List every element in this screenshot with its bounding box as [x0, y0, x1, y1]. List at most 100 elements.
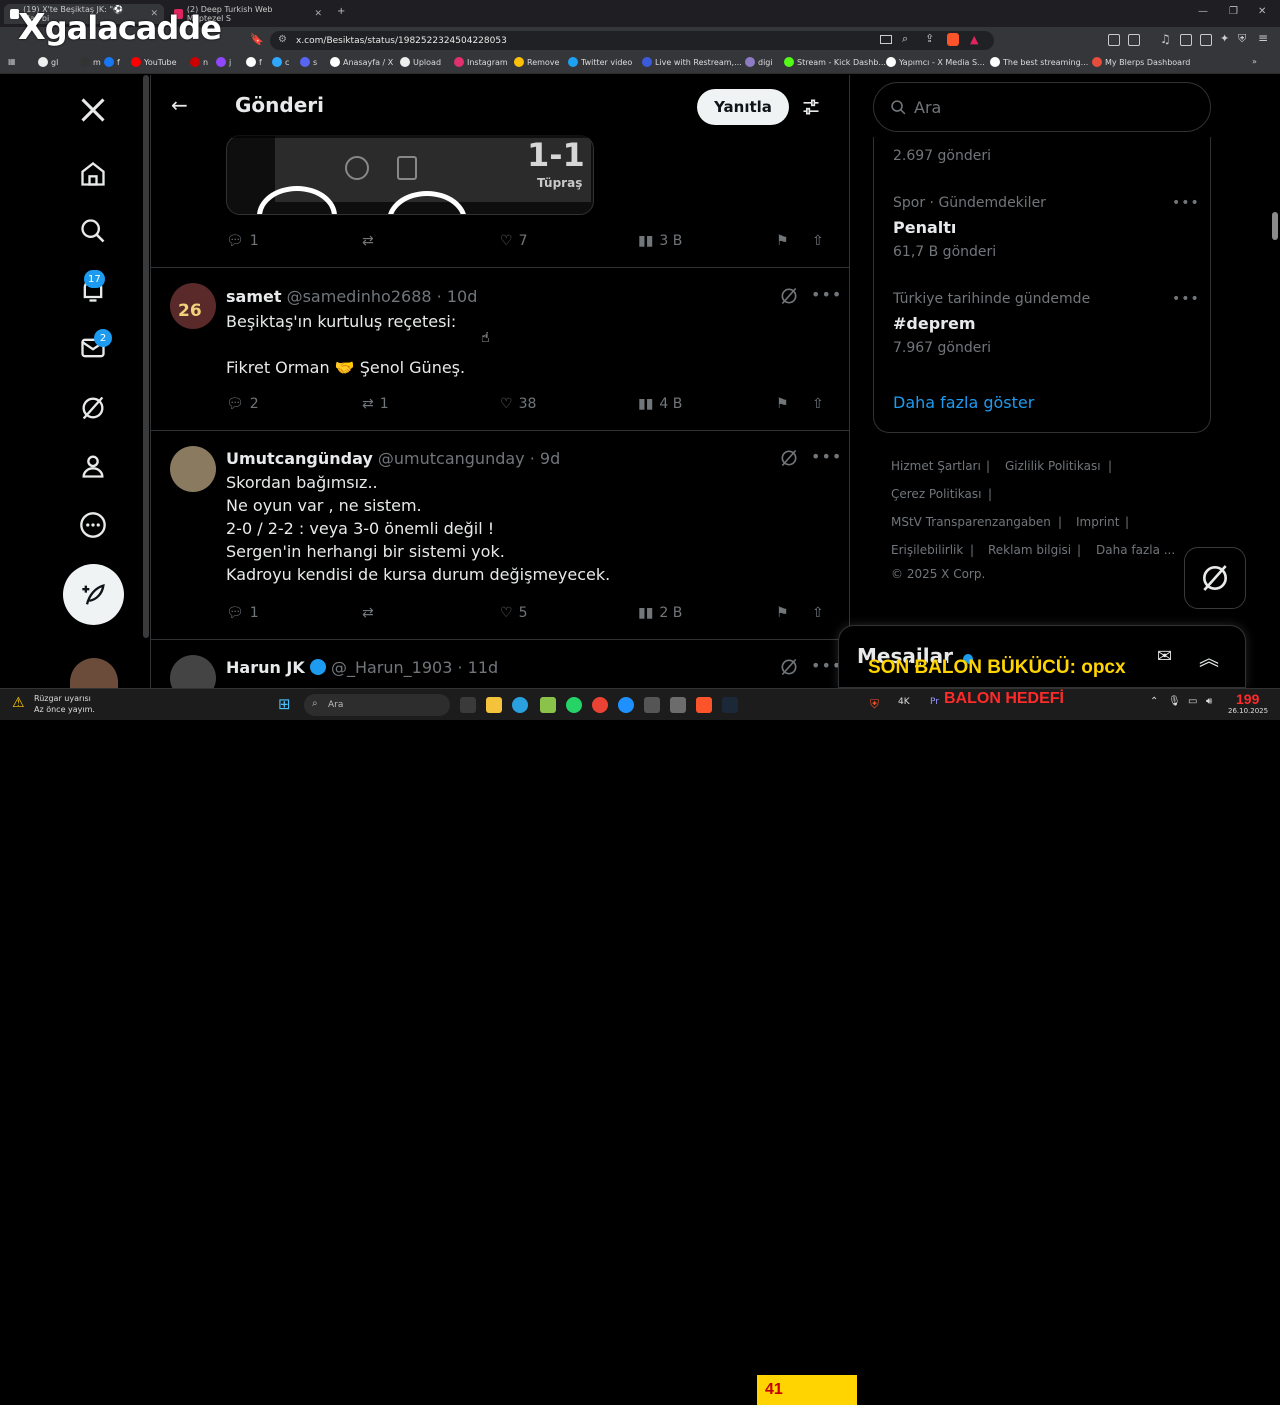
profile-icon[interactable]	[78, 451, 108, 481]
bookmark-item[interactable]: c	[272, 57, 289, 67]
home-icon[interactable]	[78, 159, 108, 189]
share-icon[interactable]: ⇪	[925, 32, 934, 45]
avatar[interactable]	[170, 655, 216, 688]
tray-icon[interactable]: 4K	[898, 697, 910, 707]
task-view-icon[interactable]	[460, 697, 476, 713]
maximize-icon[interactable]: ❐	[1229, 6, 1238, 17]
grok-floating-button[interactable]	[1184, 547, 1246, 609]
music-icon[interactable]: ♫	[1160, 32, 1171, 46]
reply-button[interactable]: Yanıtla	[697, 89, 789, 125]
app-icon[interactable]	[540, 697, 556, 713]
expand-chevron-icon[interactable]: ︽	[1199, 642, 1219, 671]
brave-tray-icon[interactable]: ⛨	[870, 697, 879, 712]
more-options-icon[interactable]: •••	[1172, 291, 1200, 307]
retweet-action[interactable]: ⇄	[362, 605, 380, 621]
footer-link[interactable]: Daha fazla ...	[1096, 543, 1175, 557]
bookmark-item[interactable]: Instagram	[454, 57, 508, 67]
back-arrow-icon[interactable]: ←	[171, 93, 188, 117]
new-tab-icon[interactable]: +	[337, 6, 345, 17]
bookmark-item[interactable]: n	[190, 57, 208, 67]
premiere-icon[interactable]: Pr	[930, 697, 939, 707]
bookmark-item[interactable]: My Blerps Dashboard	[1092, 57, 1190, 67]
retweet-action[interactable]: ⇄	[362, 233, 380, 249]
avatar[interactable]	[170, 446, 216, 492]
edge-icon[interactable]	[618, 697, 634, 713]
bookmark-item[interactable]: j	[216, 57, 231, 67]
leo-icon[interactable]: ✦	[1220, 32, 1229, 45]
more-options-icon[interactable]	[78, 510, 108, 540]
bookmark-item[interactable]: Live with Restream,...	[642, 57, 742, 67]
retweet-action[interactable]: ⇄ 1	[362, 396, 389, 412]
like-action[interactable]: ♡ 7	[500, 233, 527, 249]
menu-icon[interactable]: ≡	[1258, 31, 1268, 45]
explore-search-icon[interactable]	[78, 216, 108, 246]
trend-name[interactable]: #deprem	[893, 314, 976, 333]
like-action[interactable]: ♡ 38	[500, 396, 536, 412]
brave-icon[interactable]	[696, 697, 712, 713]
grok-icon[interactable]	[779, 286, 799, 306]
whatsapp-icon[interactable]	[566, 697, 582, 713]
bookmark-item[interactable]: digi	[745, 57, 773, 67]
footer-link[interactable]: MStV Transparenzangaben	[891, 515, 1051, 529]
zoom-icon[interactable]: ⌕	[902, 32, 908, 46]
telegram-icon[interactable]	[512, 697, 528, 713]
bookmark-item[interactable]: f	[246, 57, 262, 67]
show-more-link[interactable]: Daha fazla göster	[893, 393, 1034, 412]
bookmark-item[interactable]: m	[80, 57, 101, 67]
bookmark-icon[interactable]: 🔖	[250, 33, 264, 46]
right-scrollbar[interactable]	[1272, 212, 1278, 240]
footer-link[interactable]: Gizlilik Politikası	[1005, 459, 1101, 473]
app-icon[interactable]	[670, 697, 686, 713]
file-explorer-icon[interactable]	[486, 697, 502, 713]
grok-icon[interactable]	[779, 657, 799, 677]
bookmark-item[interactable]: The best streaming...	[990, 57, 1088, 67]
network-icon[interactable]: ▭	[1188, 696, 1197, 707]
footer-link[interactable]: Erişilebilirlik	[891, 543, 963, 557]
more-options-icon[interactable]: •••	[811, 447, 842, 466]
taskbar-search[interactable]: ⌕ Ara	[304, 694, 450, 716]
tweet-author[interactable]: samet @samedinho2688 · 10d	[226, 287, 477, 306]
bookmark-icon[interactable]: ⚑	[776, 233, 789, 249]
more-options-icon[interactable]: •••	[1172, 195, 1200, 211]
bookmark-item[interactable]: Remove	[514, 57, 559, 67]
steam-icon[interactable]	[722, 697, 738, 713]
cast-icon[interactable]	[880, 35, 892, 44]
x-logo-icon[interactable]	[78, 95, 108, 125]
more-bookmarks-icon[interactable]: »	[1252, 57, 1257, 66]
volume-icon[interactable]: 🔊︎	[1206, 696, 1212, 707]
share-icon[interactable]: ⇧	[812, 605, 824, 621]
footer-link[interactable]: Reklam bilgisi	[988, 543, 1071, 557]
tweet-media-image[interactable]: 1-1 Tüpraş	[226, 135, 594, 215]
bookmark-item[interactable]: YouTube	[131, 57, 177, 67]
site-info-icon[interactable]: ⚙	[278, 34, 287, 45]
views-action[interactable]: ▮▮ 3 B	[638, 233, 682, 249]
reply-action[interactable]: 💬︎ 2	[226, 396, 259, 412]
brave-shield-icon[interactable]	[947, 33, 959, 46]
bookmark-item[interactable]: s	[300, 57, 317, 67]
bookmark-item[interactable]: Twitter video	[568, 57, 632, 67]
weather-widget[interactable]: Rüzgar uyarısı Az önce yayım.	[34, 693, 95, 715]
views-action[interactable]: ▮▮ 2 B	[638, 605, 682, 621]
tweet[interactable]: Umutcangünday @umutcangunday · 9d ••• Sk…	[151, 430, 849, 639]
app-icon[interactable]	[644, 697, 660, 713]
extensions-icon[interactable]	[1108, 34, 1120, 46]
screenshot-icon[interactable]	[1128, 34, 1140, 46]
microphone-icon[interactable]: 🎙︎	[1168, 696, 1181, 707]
tweet-author[interactable]: Harun JK @_Harun_1903 · 11d	[226, 658, 498, 677]
brave-rewards-icon[interactable]: ▲	[970, 33, 978, 46]
bookmark-item[interactable]: Stream - Kick Dashb...	[784, 57, 886, 67]
vpn-icon[interactable]: ⛨	[1238, 32, 1246, 46]
footer-link[interactable]: Imprint	[1076, 515, 1119, 529]
share-icon[interactable]: ⇧	[812, 396, 824, 412]
bookmark-item[interactable]: gl	[38, 57, 58, 67]
like-action[interactable]: ♡ 5	[500, 605, 527, 621]
sidebar-icon[interactable]	[1180, 34, 1192, 46]
bookmark-item[interactable]: Anasayfa / X	[330, 57, 393, 67]
more-options-icon[interactable]: •••	[811, 285, 842, 304]
left-scrollbar[interactable]	[143, 75, 149, 638]
filter-settings-icon[interactable]	[801, 97, 821, 121]
apps-icon[interactable]: ▦	[8, 57, 16, 66]
bookmark-item[interactable]: Yapımcı - X Media S...	[886, 57, 985, 67]
views-action[interactable]: ▮▮ 4 B	[638, 396, 682, 412]
close-tab-icon[interactable]: ✕	[314, 9, 322, 19]
